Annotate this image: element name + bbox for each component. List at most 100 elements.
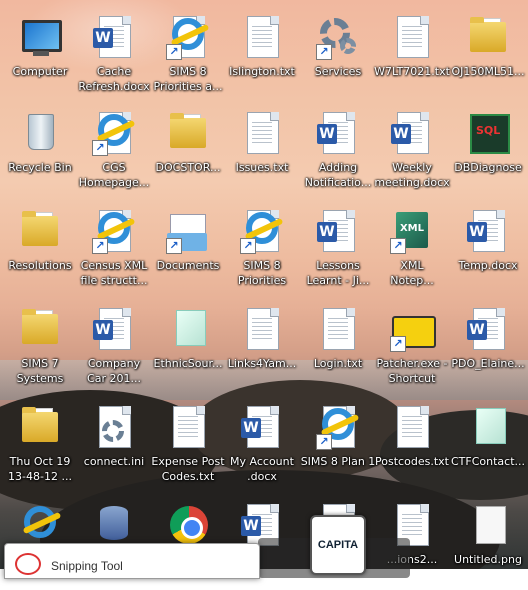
desktop-item-sims-8-priorities[interactable]: ↗ SIMS 8 Priorities [222,202,302,296]
desktop-item-docstor[interactable]: DOCSTOR... [148,104,228,198]
dbdiagnose-icon [464,110,512,158]
ie-shortcut-icon: ↗ [90,208,138,256]
desktop-item-census-xml-file-structt[interactable]: ↗ Census XML file structt... [74,202,154,296]
desktop-item-lessons-learnt-ji[interactable]: W Lessons Learnt - Ji... [298,202,378,296]
desktop-item-recycle-bin[interactable]: Recycle Bin [0,104,80,198]
desktop-item-label: Computer [12,65,68,78]
desktop-item-label: Adding Notificatio... [304,161,372,189]
desktop-item-label: PDO_Elaine... [451,357,525,370]
desktop-item-untitled-png[interactable]: Untitled.png [448,496,528,590]
desktop-item-label: Links4Yam... [227,357,297,370]
word-doc-icon: W [90,306,138,354]
computer-icon [16,14,64,62]
desktop-item-patcher-exe-shortcut[interactable]: ↗ Patcher.exe - Shortcut [372,300,452,394]
desktop-item-ethnicsour[interactable]: EthnicSour... [148,300,228,394]
desktop-item-label: CTFContact... [450,455,525,468]
desktop-item-resolutions[interactable]: Resolutions [0,202,80,296]
desktop-item-expense-post-codes-txt[interactable]: Expense Post Codes.txt [148,398,228,492]
desktop-item-label: SIMS 7 Systems [16,357,64,385]
png-file-icon [464,502,512,550]
desktop-item-label: Expense Post Codes.txt [151,455,225,483]
desktop-item-adding-notificatio[interactable]: W Adding Notificatio... [298,104,378,198]
desktop-item-oj150ml51[interactable]: OJ150ML51... [448,8,528,102]
desktop-item-label: Resolutions [8,259,72,272]
desktop-item-label: Patcher.exe - Shortcut [376,357,448,385]
folder-icon [16,208,64,256]
desktop-item-weekly-meeting-docx[interactable]: W Weekly meeting.docx [372,104,452,198]
desktop-item-label: Untitled.png [454,553,522,566]
desktop-item-sims-8-priorities-a[interactable]: ↗ SIMS 8 Priorities a... [148,8,228,102]
word-doc-icon: W [314,110,362,158]
text-file-icon [388,14,436,62]
desktop-item-issues-txt[interactable]: Issues.txt [222,104,302,198]
desktop-item-services[interactable]: ↗ Services [298,8,378,102]
text-file-icon [238,14,286,62]
desktop-item-label: DOCSTOR... [155,161,221,174]
ie-shortcut-icon: ↗ [90,110,138,158]
capita-label: CAPITA [317,539,359,551]
patcher-shortcut-icon: ↗ [388,306,436,354]
folder-icon [464,14,512,62]
text-file-icon [164,404,212,452]
desktop-item-label: EthnicSour... [153,357,223,370]
word-doc-icon: W [464,306,512,354]
desktop-item-label: Documents [156,259,220,272]
services-gear-icon: ↗ [314,14,362,62]
desktop-item-label: Login.txt [313,357,363,370]
folder-icon [164,110,212,158]
desktop-item-label: Lessons Learnt - Ji... [306,259,370,287]
desktop-item-label: Thu Oct 19 13-48-12 ... [8,455,72,483]
ie-shortcut-icon: ↗ [314,404,362,452]
desktop-item-w7lt7021-txt[interactable]: W7LT7021.txt [372,8,452,102]
desktop-item-label: My Account .docx [230,455,294,483]
desktop-item-label: Islington.txt [229,65,295,78]
desktop-item-label: SIMS 8 Priorities [237,259,287,287]
desktop-item-ctfcontact[interactable]: CTFContact... [448,398,528,492]
desktop-item-thu-oct-19-13-48-12[interactable]: Thu Oct 19 13-48-12 ... [0,398,80,492]
desktop-item-xml-notep[interactable]: XML ↗ XML Notep... [372,202,452,296]
desktop-item-my-account-docx[interactable]: W My Account .docx [222,398,302,492]
desktop-item-label: XML Notep... [390,259,434,287]
desktop-item-label: Company Car 201... [87,357,141,385]
text-file-icon [238,110,286,158]
desktop-item-label: Postcodes.txt [375,455,449,468]
desktop-item-company-car-201[interactable]: W Company Car 201... [74,300,154,394]
ctf-file-icon [464,404,512,452]
desktop-item-label: DBDiagnose [454,161,522,174]
word-doc-icon: W [90,14,138,62]
desktop-item-login-txt[interactable]: Login.txt [298,300,378,394]
snipping-tool-label: Snipping Tool [51,559,123,573]
desktop-item-dbdiagnose[interactable]: DBDiagnose [448,104,528,198]
text-file-icon [314,306,362,354]
desktop-item-pdo-elaine[interactable]: W PDO_Elaine... [448,300,528,394]
desktop-item-sims-7-systems[interactable]: SIMS 7 Systems [0,300,80,394]
word-doc-icon: W [464,208,512,256]
desktop-item-links4yam[interactable]: Links4Yam... [222,300,302,394]
snipping-tool-jumplist-item[interactable]: Snipping Tool [4,543,260,579]
desktop-item-label: Cache Refresh.docx [78,65,150,93]
desktop-item-temp-docx[interactable]: W Temp.docx [448,202,528,296]
ie-shortcut-icon: ↗ [238,208,286,256]
desktop-item-computer[interactable]: Computer [0,8,80,102]
snipping-tool-icon [15,553,41,575]
documents-icon: ↗ [164,208,212,256]
text-file-icon [388,404,436,452]
desktop-item-connect-ini[interactable]: connect.ini [74,398,154,492]
desktop-item-label: Weekly meeting.docx [374,161,450,189]
ethnic-file-icon [164,306,212,354]
desktop-item-cache-refresh-docx[interactable]: W Cache Refresh.docx [74,8,154,102]
desktop-item-label: SIMS 8 Plan 1 [300,455,376,468]
desktop-item-label: Issues.txt [235,161,289,174]
capita-taskbar-button[interactable]: CAPITA [310,515,366,575]
ini-settings-icon [90,404,138,452]
desktop-item-documents[interactable]: ↗ Documents [148,202,228,296]
desktop-item-sims-8-plan-1[interactable]: ↗ SIMS 8 Plan 1 [298,398,378,492]
desktop-item-label: OJ150ML51... [451,65,525,78]
desktop-item-cgs-homepage[interactable]: ↗ CGS Homepage... [74,104,154,198]
desktop-item-postcodes-txt[interactable]: Postcodes.txt [372,398,452,492]
desktop-item-islington-txt[interactable]: Islington.txt [222,8,302,102]
desktop-item-label: connect.ini [83,455,145,468]
desktop-item-label: W7LT7021.txt [374,65,450,78]
recycle-bin-icon [16,110,64,158]
folder-icon [16,404,64,452]
